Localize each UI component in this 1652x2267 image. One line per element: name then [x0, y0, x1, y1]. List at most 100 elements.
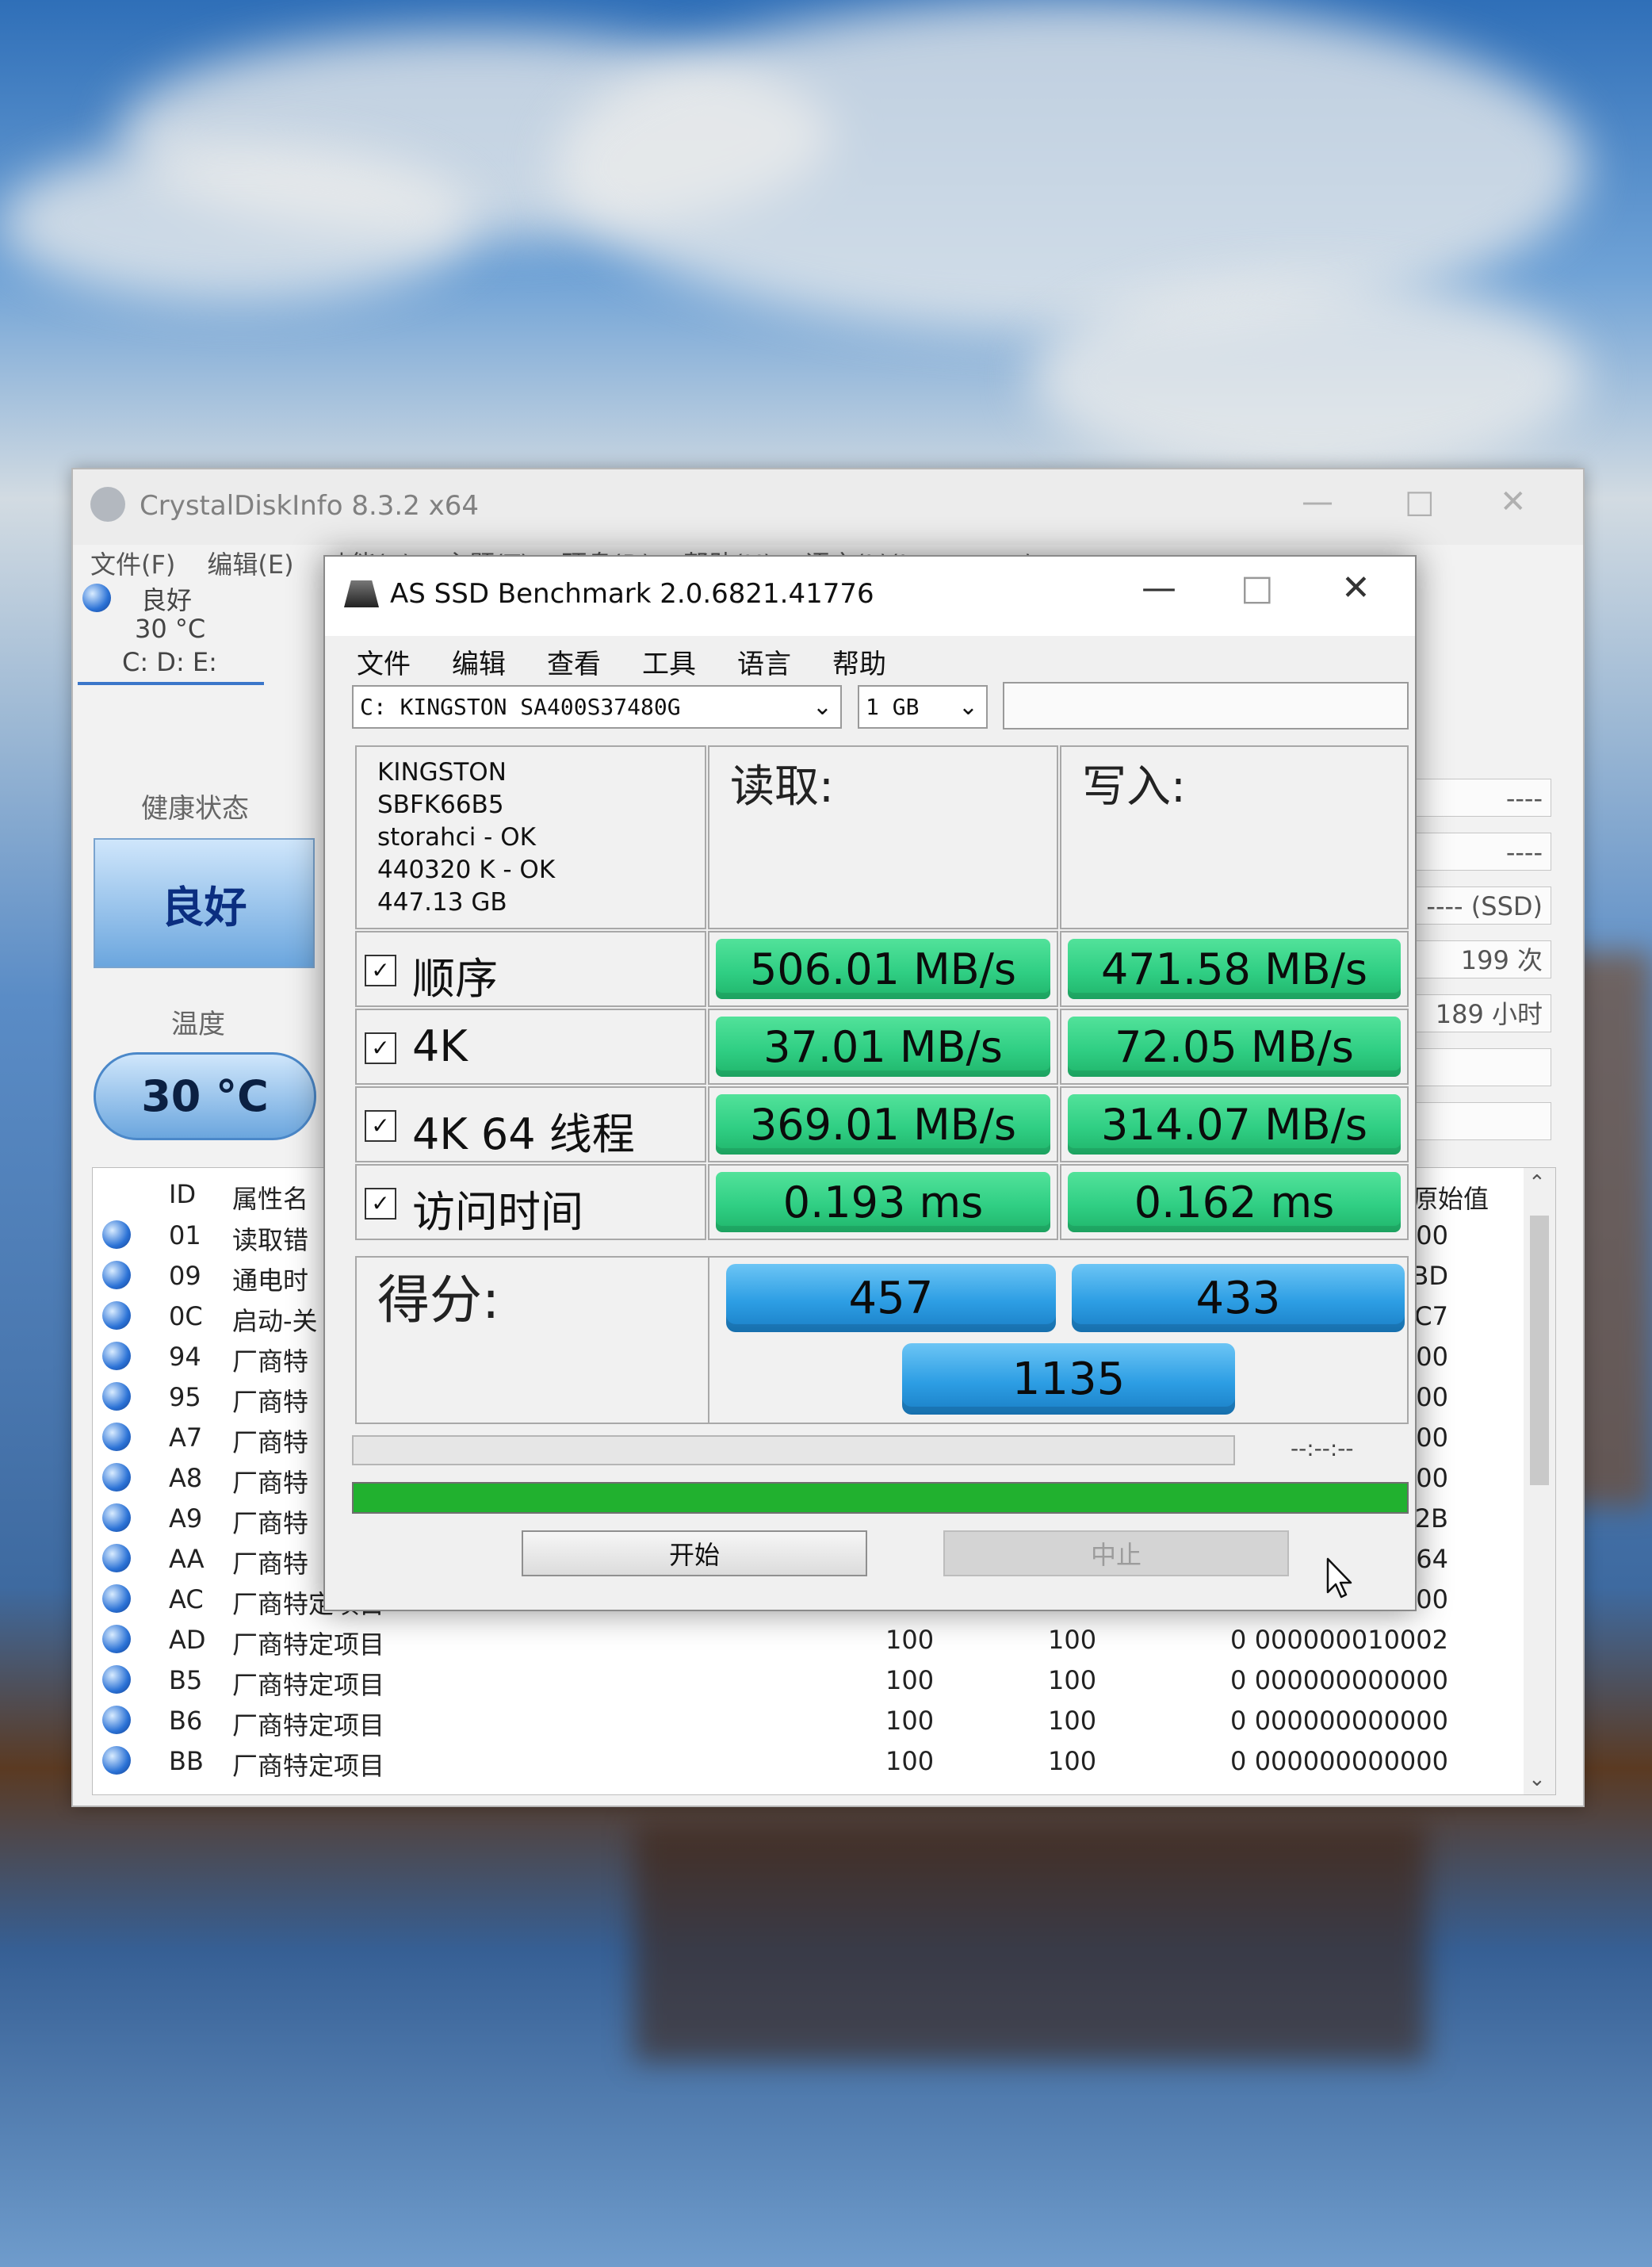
attr-id: A8: [169, 1463, 203, 1493]
attr-name: 厂商特定项目: [232, 1629, 385, 1660]
cdi-disk-status: 良好: [141, 585, 193, 615]
drive-capacity: 447.13 GB: [377, 888, 507, 917]
attr-name: 厂商特定项目: [232, 1710, 385, 1740]
as-ssd-window[interactable]: AS SSD Benchmark 2.0.6821.41776 — □ ✕ 文件…: [323, 555, 1417, 1611]
seq-read-value: 506.01 MB/s: [716, 939, 1050, 999]
drive-select-value: C: KINGSTON SA400S37480G: [360, 694, 681, 720]
attr-id: A7: [169, 1423, 203, 1453]
cdi-disk-tab[interactable]: 良好 30 °C C: D: E:: [78, 580, 264, 685]
asssd-close-button[interactable]: ✕: [1341, 568, 1371, 608]
4k64-checkbox[interactable]: ✓: [365, 1110, 396, 1142]
asssd-menu-file[interactable]: 文件: [357, 642, 411, 681]
attr-current: 100: [885, 1706, 935, 1736]
test-row-4k: ✓ 4K: [355, 1009, 706, 1085]
asssd-menu-edit[interactable]: 编辑: [452, 642, 506, 681]
attr-current: 100: [885, 1625, 935, 1655]
drive-info-panel: KINGSTON SBFK66B5 storahci - OK 440320 K…: [355, 745, 706, 929]
asssd-menu-language[interactable]: 语言: [737, 642, 791, 681]
table-row[interactable]: BB 厂商特定项目 100 100 0 000000000000: [93, 1740, 1520, 1781]
asssd-menubar: 文件 编辑 查看 工具 语言 帮助: [357, 642, 886, 681]
asssd-window-title: AS SSD Benchmark 2.0.6821.41776: [390, 578, 874, 610]
read-header-label: 读取:: [730, 761, 834, 813]
access-checkbox[interactable]: ✓: [365, 1188, 396, 1220]
cdi-info-box: 199 次: [1413, 940, 1551, 978]
status-text-box: [1003, 682, 1409, 729]
attr-raw: 000000000000: [1254, 1665, 1448, 1695]
status-orb-icon: [102, 1342, 131, 1370]
col-id-header[interactable]: ID: [169, 1179, 196, 1209]
attr-name: 厂商特定项目: [232, 1670, 385, 1700]
scroll-down-icon[interactable]: ⌄: [1528, 1767, 1546, 1791]
attr-name: 厂商特定项目: [232, 1751, 385, 1781]
test-row-seq: ✓ 顺序: [355, 931, 706, 1007]
seq-label: 顺序: [412, 954, 498, 1004]
asssd-menu-tools[interactable]: 工具: [642, 642, 696, 681]
table-row[interactable]: B5 厂商特定项目 100 100 0 000000000000: [93, 1659, 1520, 1700]
4k64-read-cell: 369.01 MB/s: [708, 1086, 1058, 1162]
cdi-menu-file[interactable]: 文件(F): [90, 545, 175, 580]
attr-id: A9: [169, 1503, 203, 1534]
table-scrollbar[interactable]: ⌃ ⌄: [1524, 1168, 1555, 1794]
start-button[interactable]: 开始: [522, 1530, 867, 1576]
attr-id: 09: [169, 1261, 201, 1291]
attr-name: 读取错: [232, 1225, 309, 1255]
seq-checkbox[interactable]: ✓: [365, 955, 396, 986]
attr-worst: 100: [1048, 1746, 1097, 1776]
asssd-minimize-button[interactable]: —: [1141, 568, 1176, 608]
scrollbar-thumb[interactable]: [1530, 1216, 1549, 1485]
attr-id: 94: [169, 1342, 201, 1372]
attr-raw: 000000000000: [1254, 1746, 1448, 1776]
cdi-app-icon: [90, 487, 125, 522]
test-row-access: ✓ 访问时间: [355, 1164, 706, 1240]
scroll-up-icon[interactable]: ⌃: [1528, 1171, 1546, 1195]
drive-select[interactable]: C: KINGSTON SA400S37480G ⌄: [352, 685, 842, 729]
attr-name: 通电时: [232, 1266, 309, 1296]
attr-raw: 000000010002: [1254, 1625, 1448, 1655]
access-write-value: 0.162 ms: [1068, 1172, 1401, 1232]
attr-id: 01: [169, 1220, 201, 1250]
attr-threshold: 0: [1230, 1706, 1247, 1736]
cdi-titlebar[interactable]: CrystalDiskInfo 8.3.2 x64 — □ ✕: [73, 469, 1583, 545]
status-orb-icon: [102, 1625, 131, 1653]
alignment-status: 440320 K - OK: [377, 856, 556, 884]
cdi-minimize-button[interactable]: —: [1302, 484, 1333, 520]
cdi-info-box: ---- (SSD): [1413, 887, 1551, 925]
status-orb-icon: [102, 1706, 131, 1734]
seq-write-cell: 471.58 MB/s: [1060, 931, 1409, 1007]
cdi-window-title: CrystalDiskInfo 8.3.2 x64: [140, 490, 480, 522]
cdi-close-button[interactable]: ✕: [1500, 484, 1527, 520]
status-orb-icon: [102, 1423, 131, 1451]
seq-read-cell: 506.01 MB/s: [708, 931, 1058, 1007]
attr-worst: 100: [1048, 1706, 1097, 1736]
col-raw-header[interactable]: 原始值: [1413, 1179, 1489, 1216]
status-orb-icon: [102, 1544, 131, 1572]
access-label: 访问时间: [412, 1187, 583, 1237]
status-orb-icon: [102, 1261, 131, 1289]
asssd-titlebar[interactable]: AS SSD Benchmark 2.0.6821.41776 — □ ✕: [325, 557, 1415, 636]
test-size-value: 1 GB: [866, 694, 920, 720]
attr-id: 0C: [169, 1301, 203, 1331]
attr-name: 厂商特: [232, 1387, 309, 1417]
attr-id: B6: [169, 1706, 203, 1736]
cdi-health-status-button[interactable]: 良好: [94, 838, 315, 968]
cdi-maximize-button[interactable]: □: [1405, 484, 1435, 520]
score-total-value: 1135: [902, 1343, 1235, 1415]
stop-button[interactable]: 中止: [943, 1530, 1289, 1576]
cdi-menu-edit[interactable]: 编辑(E): [207, 545, 293, 580]
test-size-select[interactable]: 1 GB ⌄: [858, 685, 988, 729]
score-read-value: 457: [726, 1264, 1056, 1332]
drive-model: KINGSTON: [377, 758, 507, 787]
elapsed-time: --:--:--: [1291, 1435, 1354, 1461]
col-name-header[interactable]: 属性名: [232, 1179, 308, 1216]
write-header-label: 写入:: [1082, 761, 1186, 813]
attr-name: 厂商特: [232, 1468, 309, 1498]
table-row[interactable]: AD 厂商特定项目 100 100 0 000000010002: [93, 1618, 1520, 1660]
asssd-menu-view[interactable]: 查看: [547, 642, 601, 681]
4k-checkbox[interactable]: ✓: [365, 1032, 396, 1064]
cdi-info-box: ----: [1413, 779, 1551, 817]
table-row[interactable]: B6 厂商特定项目 100 100 0 000000000000: [93, 1699, 1520, 1740]
asssd-maximize-button[interactable]: □: [1241, 568, 1274, 608]
attr-id: AD: [169, 1625, 206, 1655]
asssd-menu-help[interactable]: 帮助: [832, 642, 886, 681]
score-label: 得分:: [377, 1269, 500, 1331]
